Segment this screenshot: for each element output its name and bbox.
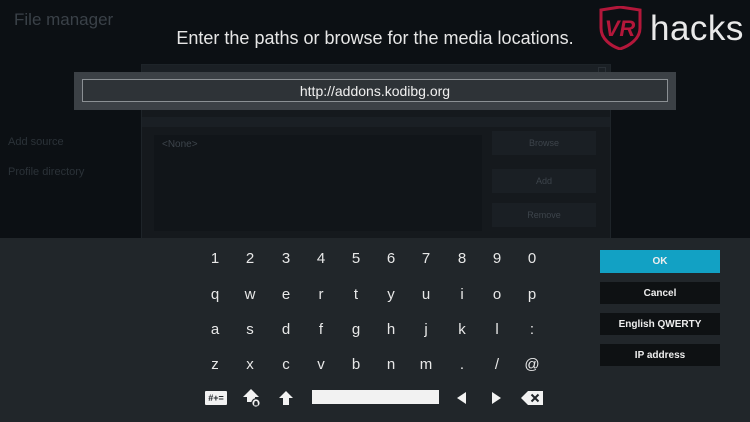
- logo-text: hacks: [650, 9, 744, 48]
- arrow-right-icon: [492, 392, 501, 404]
- key-colon[interactable]: :: [516, 316, 548, 342]
- add-button: Add: [492, 169, 596, 193]
- key-v[interactable]: v: [305, 351, 337, 377]
- key-n[interactable]: n: [375, 351, 407, 377]
- key-5[interactable]: 5: [340, 245, 372, 271]
- window-title: File manager: [14, 10, 114, 29]
- key-y[interactable]: y: [375, 281, 407, 307]
- backspace-key[interactable]: [516, 385, 548, 411]
- dialog-strip: [142, 117, 610, 127]
- key-t[interactable]: t: [340, 281, 372, 307]
- key-q[interactable]: q: [199, 281, 231, 307]
- arrow-left-icon: [457, 392, 466, 404]
- key-g[interactable]: g: [340, 316, 372, 342]
- ip-address-button[interactable]: IP address: [600, 344, 720, 366]
- keyboard-layout-button[interactable]: English QWERTY: [600, 313, 720, 335]
- cursor-right-key[interactable]: [481, 385, 513, 411]
- key-1[interactable]: 1: [199, 245, 231, 271]
- shift-key[interactable]: [270, 385, 302, 411]
- keyboard-panel: 1 2 3 4 5 6 7 8 9 0 q w e r t y u i o p …: [0, 238, 750, 422]
- backspace-icon: [521, 391, 543, 405]
- path-input[interactable]: [82, 79, 668, 102]
- key-at[interactable]: @: [516, 351, 548, 377]
- sidebar-item-profile-directory: Profile directory: [8, 166, 85, 178]
- key-w[interactable]: w: [234, 281, 266, 307]
- key-l[interactable]: l: [481, 316, 513, 342]
- key-7[interactable]: 7: [410, 245, 442, 271]
- space-key[interactable]: [312, 390, 439, 404]
- sidebar-item-add-source: Add source: [8, 136, 64, 148]
- key-u[interactable]: u: [410, 281, 442, 307]
- symbols-key[interactable]: #+=: [201, 385, 231, 411]
- key-3[interactable]: 3: [270, 245, 302, 271]
- ok-button[interactable]: OK: [600, 250, 720, 273]
- key-4[interactable]: 4: [305, 245, 337, 271]
- key-i[interactable]: i: [446, 281, 478, 307]
- key-m[interactable]: m: [410, 351, 442, 377]
- key-8[interactable]: 8: [446, 245, 478, 271]
- key-s[interactable]: s: [234, 316, 266, 342]
- key-f[interactable]: f: [305, 316, 337, 342]
- empty-entry: <None>: [162, 139, 198, 150]
- key-0[interactable]: 0: [516, 245, 548, 271]
- key-e[interactable]: e: [270, 281, 302, 307]
- input-panel: [74, 72, 676, 110]
- caps-lock-icon: [243, 389, 261, 408]
- caps-lock-key[interactable]: [236, 385, 268, 411]
- key-b[interactable]: b: [340, 351, 372, 377]
- key-h[interactable]: h: [375, 316, 407, 342]
- key-period[interactable]: .: [446, 351, 478, 377]
- key-6[interactable]: 6: [375, 245, 407, 271]
- key-z[interactable]: z: [199, 351, 231, 377]
- key-2[interactable]: 2: [234, 245, 266, 271]
- key-d[interactable]: d: [270, 316, 302, 342]
- key-k[interactable]: k: [446, 316, 478, 342]
- source-path-list: [154, 135, 482, 231]
- key-x[interactable]: x: [234, 351, 266, 377]
- remove-button: Remove: [492, 203, 596, 227]
- key-r[interactable]: r: [305, 281, 337, 307]
- key-slash[interactable]: /: [481, 351, 513, 377]
- key-9[interactable]: 9: [481, 245, 513, 271]
- browse-button: Browse: [492, 131, 596, 155]
- vrhacks-logo: VR hacks: [596, 6, 746, 50]
- key-p[interactable]: p: [516, 281, 548, 307]
- logo-mark: VR: [605, 16, 636, 41]
- symbols-key-label: #+=: [205, 391, 227, 405]
- vr-shield-icon: VR: [599, 6, 642, 50]
- key-j[interactable]: j: [410, 316, 442, 342]
- cursor-left-key[interactable]: [445, 385, 477, 411]
- key-c[interactable]: c: [270, 351, 302, 377]
- shift-icon: [279, 391, 293, 405]
- key-o[interactable]: o: [481, 281, 513, 307]
- cancel-button[interactable]: Cancel: [600, 282, 720, 304]
- key-a[interactable]: a: [199, 316, 231, 342]
